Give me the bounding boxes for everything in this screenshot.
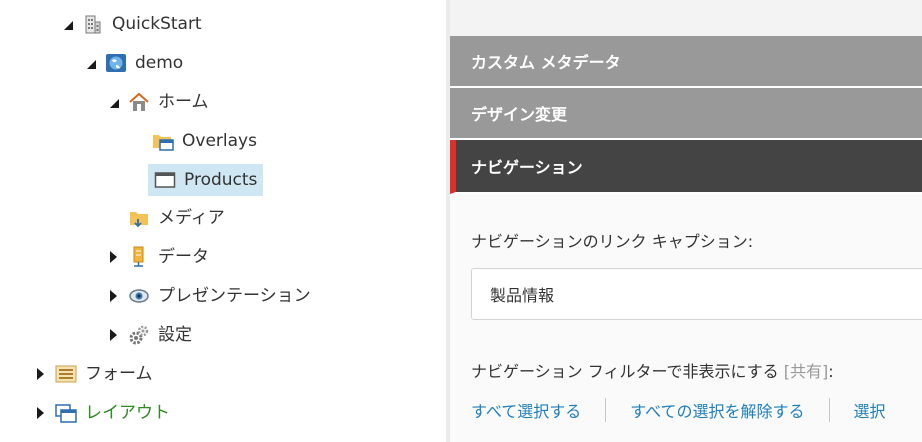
content-tree: QuickStart demo ホーム Overlays Products メデ… bbox=[0, 0, 446, 442]
tree-node-label[interactable]: QuickStart bbox=[110, 11, 204, 37]
home-icon bbox=[128, 91, 150, 113]
tree-node-overlays[interactable]: Overlays bbox=[128, 127, 259, 155]
tree-node-quickstart[interactable]: QuickStart bbox=[58, 10, 204, 38]
window-icon bbox=[154, 169, 176, 191]
nav-caption-value: 製品情報 bbox=[490, 286, 555, 305]
tree-node-label[interactable]: demo bbox=[133, 50, 185, 76]
tree-node-label[interactable]: Products bbox=[182, 167, 259, 193]
form-icon bbox=[55, 363, 77, 385]
tree-node-products[interactable]: Products bbox=[124, 164, 264, 196]
tree-node-media[interactable]: メディア bbox=[104, 204, 227, 232]
expand-toggle-icon[interactable] bbox=[104, 248, 122, 266]
nav-caption-label: ナビゲーションのリンク キャプション: bbox=[471, 232, 754, 251]
tree-node-label[interactable]: プレゼンテーション bbox=[156, 283, 313, 309]
tree-selection-highlight[interactable]: Products bbox=[148, 164, 264, 196]
tree-node-label[interactable]: メディア bbox=[156, 205, 227, 231]
section-title: ナビゲーション bbox=[471, 158, 583, 177]
collapse-toggle-icon[interactable] bbox=[81, 54, 99, 72]
tree-node-label[interactable]: 設定 bbox=[156, 322, 194, 348]
section-title: デザイン変更 bbox=[471, 105, 568, 124]
tree-node-label[interactable]: フォーム bbox=[83, 361, 155, 387]
tree-node-home[interactable]: ホーム bbox=[104, 88, 211, 116]
building-icon bbox=[82, 13, 104, 35]
tree-node-data[interactable]: データ bbox=[104, 243, 211, 271]
nav-filter-label: ナビゲーション フィルターで非表示にする [共有]: bbox=[471, 358, 834, 382]
deselect-all-link[interactable]: すべての選択を解除する bbox=[630, 398, 804, 422]
properties-panel: カスタム メタデータ デザイン変更 ナビゲーション ナビゲーションのリンク キャ… bbox=[450, 0, 922, 442]
panel-top-area bbox=[450, 0, 922, 36]
tree-node-label[interactable]: データ bbox=[156, 244, 211, 270]
collapse-toggle-icon[interactable] bbox=[104, 93, 122, 111]
expand-toggle-icon[interactable] bbox=[31, 365, 49, 383]
nav-filter-colon: : bbox=[828, 362, 834, 381]
filter-select-links: すべて選択する すべての選択を解除する 選択 bbox=[471, 398, 886, 422]
globe-icon bbox=[105, 52, 127, 74]
expand-toggle-icon[interactable] bbox=[104, 287, 122, 305]
tree-node-label[interactable]: ホーム bbox=[156, 89, 211, 115]
tree-node-demo[interactable]: demo bbox=[81, 49, 185, 77]
database-icon bbox=[128, 246, 150, 268]
eye-icon bbox=[128, 285, 150, 307]
nav-caption-input[interactable]: 製品情報 bbox=[471, 268, 922, 320]
collapse-toggle-icon[interactable] bbox=[58, 15, 76, 33]
tree-node-forms[interactable]: フォーム bbox=[31, 360, 155, 388]
select-all-link[interactable]: すべて選択する bbox=[471, 398, 581, 422]
shared-tag: [共有] bbox=[783, 362, 829, 381]
tree-node-layout[interactable]: レイアウト bbox=[31, 399, 172, 427]
link-separator bbox=[828, 398, 830, 422]
section-design-change[interactable]: デザイン変更 bbox=[450, 88, 922, 140]
section-title: カスタム メタデータ bbox=[471, 53, 621, 72]
tree-node-label[interactable]: レイアウト bbox=[83, 400, 172, 426]
expand-toggle-icon[interactable] bbox=[31, 404, 49, 422]
expand-toggle-icon[interactable] bbox=[104, 326, 122, 344]
gears-icon bbox=[128, 324, 150, 346]
media-folder-icon bbox=[128, 207, 150, 229]
section-navigation[interactable]: ナビゲーション bbox=[450, 140, 922, 194]
nav-filter-label-text: ナビゲーション フィルターで非表示にする bbox=[471, 362, 779, 381]
section-custom-metadata[interactable]: カスタム メタデータ bbox=[450, 36, 922, 88]
overlays-folder-icon bbox=[152, 130, 174, 152]
tree-node-settings[interactable]: 設定 bbox=[104, 321, 194, 349]
tree-node-label[interactable]: Overlays bbox=[180, 128, 259, 154]
link-separator bbox=[605, 398, 607, 422]
invert-selection-link[interactable]: 選択 bbox=[854, 398, 886, 422]
layout-icon bbox=[55, 402, 77, 424]
tree-node-presentation[interactable]: プレゼンテーション bbox=[104, 282, 313, 310]
